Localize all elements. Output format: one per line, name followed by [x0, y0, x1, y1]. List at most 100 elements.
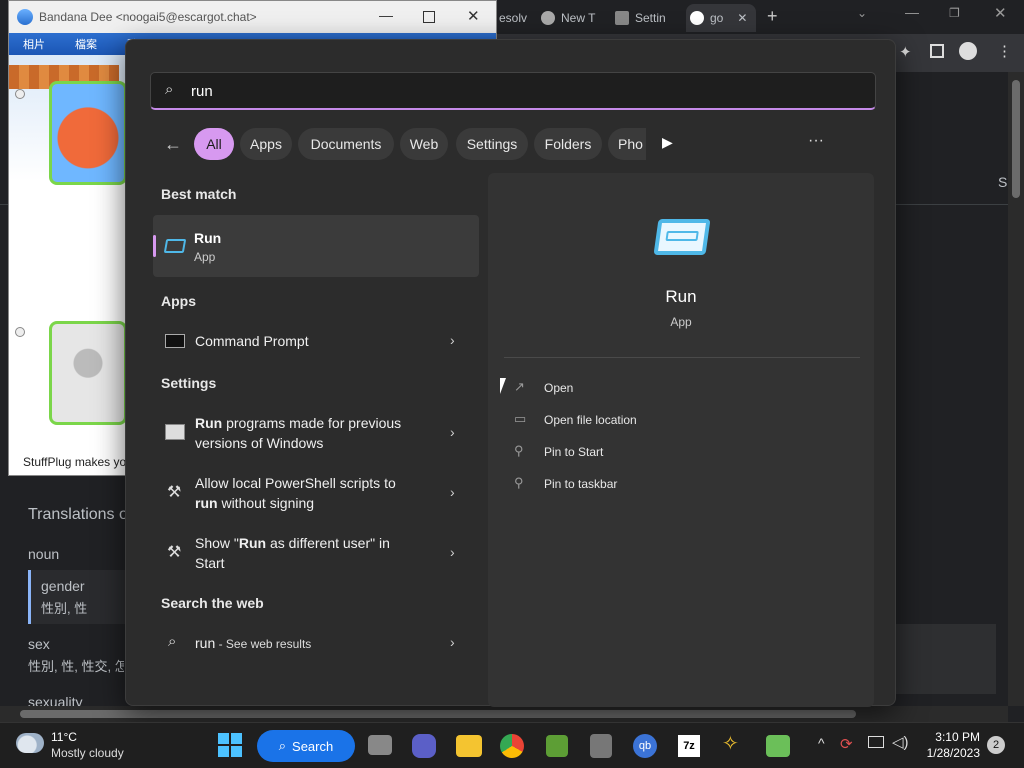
filter-folders[interactable]: Folders: [534, 128, 602, 160]
search-icon: ⌕: [168, 633, 177, 650]
weather-temp[interactable]: 11°C: [51, 730, 77, 744]
best-match-run[interactable]: Run App: [153, 215, 479, 277]
extensions-icon[interactable]: ✦: [899, 43, 912, 61]
task-view-icon[interactable]: [368, 735, 392, 755]
messenger-icon[interactable]: [766, 735, 790, 757]
pin-icon: ⚲: [514, 443, 524, 458]
compat-icon: [165, 424, 185, 440]
chevron-right-icon[interactable]: ›: [450, 634, 455, 650]
weather-desc[interactable]: Mostly cloudy: [51, 746, 124, 760]
result-text: Show ": [195, 535, 239, 551]
browser-tab[interactable]: esolv: [499, 4, 533, 32]
tab-search-icon[interactable]: ⌄: [857, 6, 867, 20]
chevron-right-icon[interactable]: ›: [450, 484, 455, 500]
tab-label: go: [710, 11, 724, 25]
chevron-right-icon[interactable]: ›: [450, 424, 455, 440]
windows-start-icon[interactable]: [218, 733, 242, 757]
close-icon[interactable]: ✕: [994, 4, 1007, 22]
result-type: App: [194, 250, 216, 264]
restore-icon[interactable]: ❐: [949, 6, 960, 20]
search-input[interactable]: [191, 81, 791, 101]
tab-label: esolv: [499, 11, 528, 25]
translation-card[interactable]: gender 性別, 性: [28, 570, 126, 624]
web-result[interactable]: ⌕ run - See web results ›: [154, 628, 479, 660]
file-explorer-icon[interactable]: [456, 735, 482, 757]
preview-type: App: [670, 315, 692, 329]
menu-item[interactable]: 相片: [23, 36, 45, 52]
highlight-text: run: [195, 495, 218, 511]
result-run-as-user[interactable]: ⚒ Show "Run as different user" in Start …: [154, 532, 479, 576]
cloud-icon[interactable]: [16, 733, 44, 753]
volume-icon[interactable]: ◁): [892, 733, 909, 751]
action-pin-to-start[interactable]: Pin to Start: [544, 445, 603, 459]
action-open-file-location[interactable]: Open file location: [544, 413, 637, 427]
preview-title: Run: [665, 287, 697, 306]
7zip-icon[interactable]: 7z: [678, 735, 700, 757]
translations-heading: Translations o: [28, 506, 128, 523]
result-run-compat[interactable]: Run programs made for previous versions …: [154, 412, 479, 456]
side-letter: S: [998, 174, 1008, 190]
user-avatar[interactable]: [49, 321, 127, 425]
clock-time[interactable]: 3:10 PM: [920, 730, 980, 744]
search-box[interactable]: ⌕: [150, 72, 876, 110]
stuffplug-text: StuffPlug makes yo: [23, 455, 127, 469]
minecraft-icon[interactable]: [546, 735, 568, 757]
chevron-right-icon[interactable]: ›: [450, 544, 455, 560]
more-options-icon[interactable]: ···: [808, 132, 824, 150]
menu-icon[interactable]: ⋮: [997, 42, 1012, 60]
minimize-icon[interactable]: —: [905, 4, 919, 20]
filter-photos[interactable]: Pho: [608, 128, 646, 160]
notification-badge[interactable]: 2: [987, 736, 1005, 754]
network-icon[interactable]: [868, 736, 884, 748]
maximize-icon[interactable]: [423, 11, 435, 23]
chevron-right-icon[interactable]: ›: [450, 332, 455, 348]
scroll-thumb[interactable]: [1012, 80, 1020, 198]
browser-tab-active[interactable]: go ✕: [686, 4, 756, 32]
browser-tab[interactable]: Settin: [615, 4, 675, 32]
play-more-icon[interactable]: ▶: [662, 134, 673, 151]
result-powershell[interactable]: ⚒ Allow local PowerShell scripts to run …: [154, 472, 479, 516]
minimize-icon[interactable]: —: [379, 7, 393, 23]
highlight-text: Run: [195, 415, 223, 431]
browser-tab-strip: esolv New T Settin go ✕ + ⌄ — ❐ ✕: [497, 0, 1024, 34]
chevron-up-icon[interactable]: ^: [818, 735, 825, 751]
clock-date[interactable]: 1/28/2023: [920, 746, 980, 760]
result-text: Start: [195, 555, 225, 571]
divider: [504, 357, 860, 358]
action-pin-to-taskbar[interactable]: Pin to taskbar: [544, 477, 617, 491]
content-card: [896, 624, 996, 694]
horizontal-scroll-thumb[interactable]: [20, 710, 856, 718]
close-icon[interactable]: ✕: [467, 7, 480, 25]
filter-documents[interactable]: Documents: [298, 128, 394, 160]
contact-avatar[interactable]: [49, 81, 127, 185]
chrome-icon: [541, 11, 555, 25]
filter-settings[interactable]: Settings: [456, 128, 528, 160]
filter-web[interactable]: Web: [400, 128, 448, 160]
app-icon[interactable]: [590, 734, 612, 758]
collapse-icon[interactable]: [15, 89, 25, 99]
wrench-icon: ⚒: [167, 544, 182, 561]
profile-icon[interactable]: [959, 42, 977, 60]
word-translation: 性別, 性, 性交, 怎: [28, 659, 124, 674]
magic-wand-icon[interactable]: ✧: [722, 731, 739, 756]
action-open[interactable]: Open: [544, 381, 573, 395]
chrome-icon[interactable]: [500, 734, 524, 758]
new-tab-icon[interactable]: +: [767, 6, 778, 27]
filter-all[interactable]: All: [194, 128, 234, 160]
sync-icon[interactable]: ⟳: [840, 735, 853, 753]
qbittorrent-icon[interactable]: qb: [633, 734, 657, 758]
result-command-prompt[interactable]: Command Prompt ›: [154, 326, 479, 358]
menu-item[interactable]: 檔案: [75, 36, 97, 52]
chat-icon[interactable]: [412, 734, 436, 758]
back-arrow-icon[interactable]: ←: [164, 134, 182, 155]
result-suffix: - See web results: [215, 637, 312, 651]
pos-label: noun: [28, 546, 60, 562]
filter-apps[interactable]: Apps: [240, 128, 292, 160]
taskbar-search-button[interactable]: ⌕ Search: [257, 730, 355, 762]
collapse-icon[interactable]: [15, 327, 25, 337]
close-tab-icon[interactable]: ✕: [737, 11, 747, 25]
start-search-panel: ⌕ ← All Apps Documents Web Settings Fold…: [125, 39, 896, 707]
browser-tab[interactable]: New T: [541, 4, 603, 32]
result-name: Command Prompt: [195, 333, 309, 349]
side-panel-icon[interactable]: [930, 44, 944, 58]
